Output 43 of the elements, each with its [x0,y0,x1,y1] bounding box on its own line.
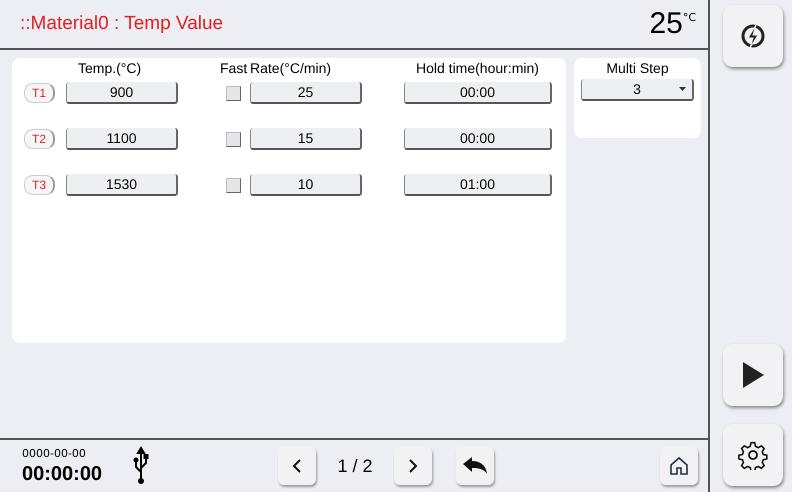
step-tag: T1 [24,83,55,103]
column-header: Fast [220,59,246,78]
step-tag: T3 [24,175,55,195]
fast-checkbox[interactable] [226,86,241,100]
previous-page-button[interactable] [278,447,316,485]
hold-time-field[interactable]: 01:00 [404,174,552,196]
hold-time-field[interactable]: 00:00 [404,82,552,104]
back-arrow-icon [462,457,488,475]
temperature-reading: 25 [649,7,683,41]
chevron-right-icon [408,458,418,474]
usb-icon [132,446,150,486]
column-header: Rate(°C/min) [250,59,332,78]
fast-checkbox[interactable] [226,178,241,192]
temperature-field[interactable]: 900 [66,82,178,104]
rate-field[interactable]: 25 [250,82,362,104]
settings-button[interactable] [723,424,783,486]
rate-field[interactable]: 10 [250,174,362,196]
rate-field[interactable]: 15 [250,128,362,150]
time-text: 00:00:00 [22,462,104,486]
step-tag: T2 [24,129,55,149]
chevron-left-icon [292,458,302,474]
home-icon [669,456,689,476]
column-header: Hold time(hour:min) [415,59,540,78]
temperature-unit: °C [682,11,696,24]
fast-checkbox[interactable] [226,132,241,146]
temperature-field[interactable]: 1100 [66,128,178,150]
power-icon [739,22,767,50]
caret-icon [679,87,686,91]
next-page-button[interactable] [394,447,432,485]
settings-icon [738,440,768,470]
play-button[interactable] [723,344,783,406]
page-indicator: 1 / 2 [336,456,374,476]
temperature-field[interactable]: 1530 [66,174,178,196]
play-icon [741,361,765,389]
date-text: 0000-00-00 [22,446,87,460]
column-header: Temp.(°C) [77,59,142,78]
home-button[interactable] [660,447,698,485]
multi-step-label: Multi Step [606,60,669,76]
power-button[interactable] [723,5,783,67]
multi-step-dropdown[interactable]: 3 [581,79,694,101]
hold-time-field[interactable]: 00:00 [404,128,552,150]
screen-title: ::Material0 : Temp Value [20,13,224,35]
back-button[interactable] [456,447,494,485]
